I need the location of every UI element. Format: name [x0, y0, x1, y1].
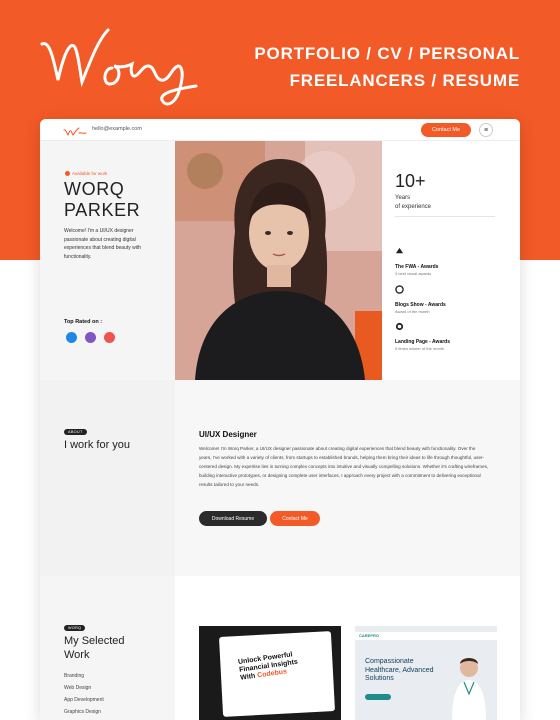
taglines: PORTFOLIO / CV / PERSONAL FREELANCERS / …: [254, 40, 520, 94]
award-title: Landing Page - Awards: [395, 339, 451, 345]
download-resume-button[interactable]: Download Resume: [199, 511, 267, 526]
contact-me-button[interactable]: Contact Me: [270, 511, 320, 526]
name-last: PARKER: [64, 200, 141, 220]
about-heading: I work for you: [64, 439, 131, 451]
award-item: Blogs Show - Awards Award of the month: [395, 284, 505, 315]
category-link[interactable]: Branding: [64, 673, 84, 679]
blogs-icon: [395, 285, 404, 294]
experience-label: Years of experience: [395, 194, 455, 211]
work-card-healthcare[interactable]: CAREPRO Compassionate Healthcare, Advanc…: [355, 626, 497, 720]
about-body: Welcome! I'm Worq Parker, a UI/UX design…: [199, 446, 489, 487]
hero-name: WORQ PARKER: [64, 179, 140, 221]
tagline-line-2: FREELANCERS / RESUME: [289, 71, 520, 90]
fiverr-icon[interactable]: [85, 332, 96, 343]
dribbble-icon[interactable]: [104, 332, 115, 343]
category-link[interactable]: App Development: [64, 697, 104, 703]
divider: [395, 216, 495, 217]
doctor-image: [452, 658, 486, 720]
availability-status: Available for work: [65, 171, 107, 176]
card-navbar: CAREPRO: [355, 632, 497, 640]
award-subtitle: Award of the month: [395, 309, 430, 314]
award-title: The FWA - Awards: [395, 264, 439, 270]
nav-contact-button[interactable]: Contact Me: [421, 123, 471, 137]
mock-navbar: hello@example.com Contact Me ≡: [40, 119, 520, 141]
tagline-line-1: PORTFOLIO / CV / PERSONAL: [254, 44, 520, 63]
name-first: WORQ: [64, 179, 125, 199]
top-rated-icons: [66, 332, 115, 343]
top-rated-label: Top Rated on :: [64, 319, 103, 325]
card-logo: CAREPRO: [359, 633, 380, 638]
works-badge: WORQ: [64, 625, 86, 631]
upwork-icon[interactable]: [66, 332, 77, 343]
category-link[interactable]: Graphics Design: [64, 709, 101, 715]
about-title: UI/UX Designer: [199, 430, 257, 439]
hero-intro: Welcome! I'm a UI/UX designer passionate…: [64, 228, 141, 260]
card-cta: [365, 694, 391, 700]
experience-label-line2: of experience: [395, 203, 432, 210]
work-card-finance[interactable]: Unlock Powerful Financial Insights With …: [199, 626, 341, 720]
website-mockup: hello@example.com Contact Me ≡ Available…: [40, 119, 520, 720]
works-heading-line2: Work: [64, 649, 90, 661]
availability-label: Available for work: [72, 171, 108, 176]
about-left-panel: [40, 380, 175, 576]
landing-icon: [395, 322, 404, 331]
award-title: Blogs Show - Awards: [395, 302, 446, 308]
card-title: Compassionate Healthcare, Advanced Solut…: [365, 658, 434, 682]
works-heading-line1: My Selected: [64, 635, 125, 647]
award-item: The FWA - Awards 3 best visual awards: [395, 246, 505, 277]
award-subtitle: 3 best visual awards: [395, 271, 432, 276]
works-heading: My Selected Work: [64, 634, 125, 662]
nav-email[interactable]: hello@example.com: [92, 126, 142, 132]
nav-logo[interactable]: [63, 124, 87, 142]
worq-script-logo: [36, 22, 201, 122]
about-badge: ABOUT: [64, 429, 87, 435]
hamburger-icon[interactable]: ≡: [479, 123, 493, 137]
award-item: Landing Page - Awards 5 times winner of …: [395, 321, 505, 352]
status-dot-icon: [65, 171, 70, 176]
experience-label-line1: Years: [395, 195, 411, 201]
fwa-icon: [395, 247, 404, 254]
award-subtitle: 5 times winner of the month: [395, 346, 445, 351]
category-link[interactable]: Web Design: [64, 685, 91, 691]
experience-number: 10+: [395, 171, 426, 191]
portrait-photo: [175, 141, 382, 380]
